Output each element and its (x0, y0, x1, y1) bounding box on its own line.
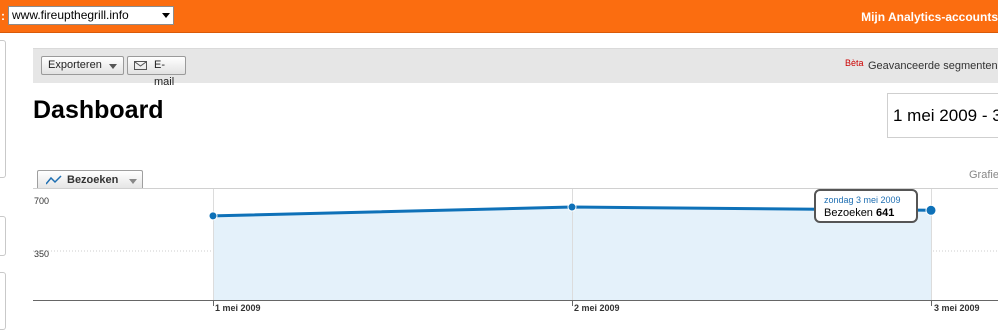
sidebar-panel (0, 40, 6, 178)
date-range-text: 1 mei 2009 - 3 (893, 106, 998, 125)
profile-label: : (1, 9, 5, 23)
chevron-down-icon (162, 13, 170, 18)
graph-mode-label[interactable]: Grafiek (969, 169, 998, 181)
envelope-icon (134, 61, 147, 70)
tooltip-metric: Bezoeken (824, 207, 873, 219)
tooltip-date: zondag 3 mei 2009 (824, 195, 901, 205)
site-profile-select[interactable]: www.fireupthegrill.info (8, 6, 174, 25)
site-profile-value: www.fireupthegrill.info (12, 8, 129, 22)
email-button[interactable]: E-mail (127, 56, 186, 88)
x-tick-label: 1 mei 2009 (215, 303, 261, 313)
x-tick-label: 3 mei 2009 (934, 303, 980, 313)
data-point (925, 204, 937, 216)
metric-selector-tab[interactable]: Bezoeken (37, 170, 143, 189)
advanced-segments-label[interactable]: Geavanceerde segmenten: (868, 60, 998, 72)
data-point-tooltip: zondag 3 mei 2009 Bezoeken 641 (814, 189, 918, 223)
line-chart-icon (45, 175, 62, 188)
my-analytics-accounts-link[interactable]: Mijn Analytics-accounts (861, 10, 998, 24)
export-label: Exporteren (48, 59, 102, 71)
y-tick-label: 350 (34, 249, 50, 259)
sidebar-panel (0, 272, 6, 330)
tooltip-value: 641 (876, 207, 895, 219)
page-title: Dashboard (33, 96, 164, 124)
data-point (567, 202, 577, 212)
x-tick-label: 2 mei 2009 (574, 303, 620, 313)
chevron-down-icon (129, 179, 137, 184)
date-range-picker[interactable]: 1 mei 2009 - 3 (887, 93, 998, 138)
beta-badge: Bèta (845, 58, 864, 68)
export-button[interactable]: Exporteren (41, 56, 124, 75)
report-toolbar: Exporteren E-mail Bèta Geavanceerde segm… (33, 48, 998, 88)
chevron-down-icon (109, 64, 117, 69)
y-tick-label: 700 (34, 196, 50, 206)
metric-label: Bezoeken (67, 174, 119, 186)
data-point (208, 211, 218, 221)
sidebar-panel (0, 216, 6, 256)
top-bar: : www.fireupthegrill.info Mijn Analytics… (0, 0, 998, 33)
tooltip-value-line: Bezoeken 641 (824, 207, 894, 219)
email-label: E-mail (154, 59, 175, 88)
